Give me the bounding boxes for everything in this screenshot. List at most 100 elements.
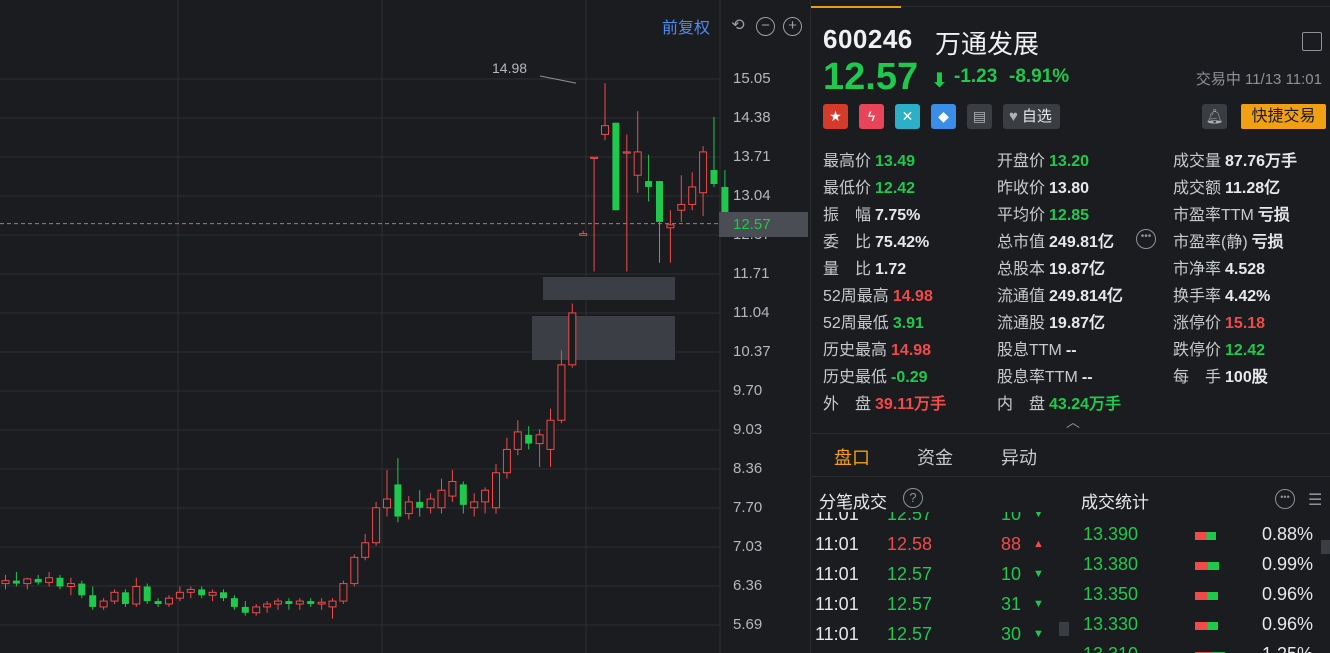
candle-body (230, 598, 238, 607)
price-change: -1.23 (954, 66, 998, 87)
stat-price: 13.390 (1083, 524, 1139, 544)
tick-direction-icon: ▲ (1033, 538, 1044, 550)
stat-value: 19.87亿 (1049, 315, 1106, 332)
limit-tag-icon[interactable]: ϟ (859, 104, 884, 129)
stat-value: 12.42 (875, 180, 916, 197)
tick-list[interactable]: 11:01 12.57 10 ▼ 11:01 12.58 88 ▲ 11:01 12.57 10 ▼ 1… (811, 512, 1071, 653)
stat-label: 开盘价 (997, 153, 1046, 170)
quick-trade-button[interactable]: 快捷交易 (1241, 104, 1326, 129)
stat-price: 13.380 (1083, 554, 1139, 574)
tab-pankou[interactable]: 盘口 (834, 444, 870, 470)
candle-body (241, 606, 249, 613)
bell-icon[interactable]: 🔔︎ (1202, 104, 1227, 129)
stat-item: 平均价 12.85 (997, 201, 1089, 225)
add-favorite-button[interactable]: ♥ 自选 (1003, 104, 1060, 129)
tick-volume: 30 (1001, 624, 1022, 644)
tick-volume: 10 (1001, 564, 1022, 584)
candle-body (448, 481, 457, 497)
ticks-title: 分笔成交 (819, 493, 887, 512)
y-tick-label: 10.37 (733, 343, 771, 360)
tick-scrollbar[interactable] (1059, 622, 1069, 636)
tick-time: 11:01 (815, 624, 859, 644)
volume-stat-list[interactable]: 13.390 0.88% 13.380 0.99% 13.350 0.96% 13.330 0… (1071, 512, 1330, 653)
fuquan-toggle[interactable]: 前复权 (662, 14, 710, 38)
kline-svg (0, 0, 729, 653)
candle-body (132, 586, 141, 605)
candle-body (710, 170, 718, 184)
stat-label: 历史最高 (823, 342, 888, 359)
candle-body (666, 224, 675, 229)
shuffle-icon[interactable]: ✕ (895, 104, 920, 129)
stock-name: 万通发展 (935, 29, 1040, 59)
tab-yidong[interactable]: 异动 (1001, 444, 1037, 470)
layout-toggle-icon[interactable] (1302, 32, 1322, 51)
stat-label: 52周最低 (823, 315, 889, 332)
candle-body (1, 580, 10, 585)
price-change-pct: -8.91% (1009, 66, 1070, 87)
candle-body (492, 472, 500, 509)
stat-pct: 1.25% (1262, 644, 1313, 653)
candle-body (12, 580, 20, 584)
stock-code: 600246 (823, 24, 913, 54)
stat-label: 跌停价 (1173, 342, 1222, 359)
list-view-icon[interactable]: ☰ (1308, 490, 1322, 510)
stat-value: -- (1065, 342, 1077, 359)
volume-bar (1195, 622, 1218, 630)
candle-body (383, 498, 391, 509)
stat-value: 4.42% (1225, 288, 1271, 305)
stat-value: -- (1081, 369, 1093, 386)
stat-item: 股息TTM -- (997, 336, 1077, 360)
stat-label: 委 比 (823, 234, 872, 251)
stat-value: 13.20 (1049, 153, 1090, 170)
candle-body (459, 484, 467, 505)
stat-price: 13.350 (1083, 584, 1139, 604)
candle-body (590, 156, 599, 159)
candle-body (699, 151, 708, 194)
zoom-out-icon[interactable]: − (756, 16, 775, 36)
candle-body (437, 489, 446, 509)
stat-label: 最低价 (823, 180, 872, 197)
stat-value: 13.49 (875, 153, 916, 170)
stat-value: 12.42 (1225, 342, 1266, 359)
note-icon[interactable]: ▤ (967, 104, 992, 129)
tick-row: 11:01 12.57 10 ▼ (811, 564, 1071, 594)
stats-scrollbar[interactable] (1321, 540, 1330, 554)
candle-body (612, 122, 620, 211)
candle-body (372, 507, 381, 544)
more-icon[interactable]: ••• (1136, 229, 1156, 249)
stat-label: 成交量 (1173, 153, 1222, 170)
undo-icon[interactable]: ⟲ (728, 16, 748, 36)
stat-item: 市盈率(静) 亏损 (1173, 228, 1284, 252)
more-options-icon[interactable]: ••• (1275, 489, 1295, 509)
stat-item: 跌停价 12.42 (1173, 336, 1265, 360)
y-tick-label: 9.03 (733, 421, 763, 438)
stat-value: 3.91 (892, 315, 924, 332)
tag-icon[interactable]: ◆ (931, 104, 956, 129)
candle-body (568, 312, 577, 366)
stat-value: 7.75% (875, 207, 921, 224)
down-arrow-icon: ⬇ (931, 70, 948, 92)
help-icon[interactable]: ? (903, 488, 923, 508)
y-tick-label: 13.04 (733, 187, 771, 204)
kline-chart[interactable]: 前复权 ⟲ − + 14.98 15.0514.3813.7113.0412.3… (0, 0, 810, 653)
candle-body (317, 601, 326, 605)
candle-body (470, 501, 479, 509)
tick-volume: 31 (1001, 594, 1022, 614)
candle-body (535, 434, 544, 445)
gap-zone (532, 316, 675, 360)
stat-value: 11.28亿 (1225, 180, 1281, 197)
stat-value: 100股 (1225, 369, 1268, 386)
stat-value: 19.87亿 (1049, 261, 1106, 278)
stat-price: 13.310 (1083, 644, 1138, 653)
volume-bar (1195, 532, 1216, 540)
china-flag-icon[interactable]: ★ (823, 104, 848, 129)
stat-label: 历史最低 (823, 369, 888, 386)
stat-item: 股息率TTM -- (997, 363, 1093, 387)
stat-label: 换手率 (1173, 288, 1222, 305)
collapse-chevron-icon[interactable]: ︿ (1066, 412, 1080, 432)
last-price: 12.57 (823, 56, 919, 98)
zoom-in-icon[interactable]: + (783, 16, 802, 36)
stat-label: 流通值 (997, 288, 1046, 305)
tab-zijin[interactable]: 资金 (917, 444, 953, 470)
stat-label: 昨收价 (997, 180, 1046, 197)
